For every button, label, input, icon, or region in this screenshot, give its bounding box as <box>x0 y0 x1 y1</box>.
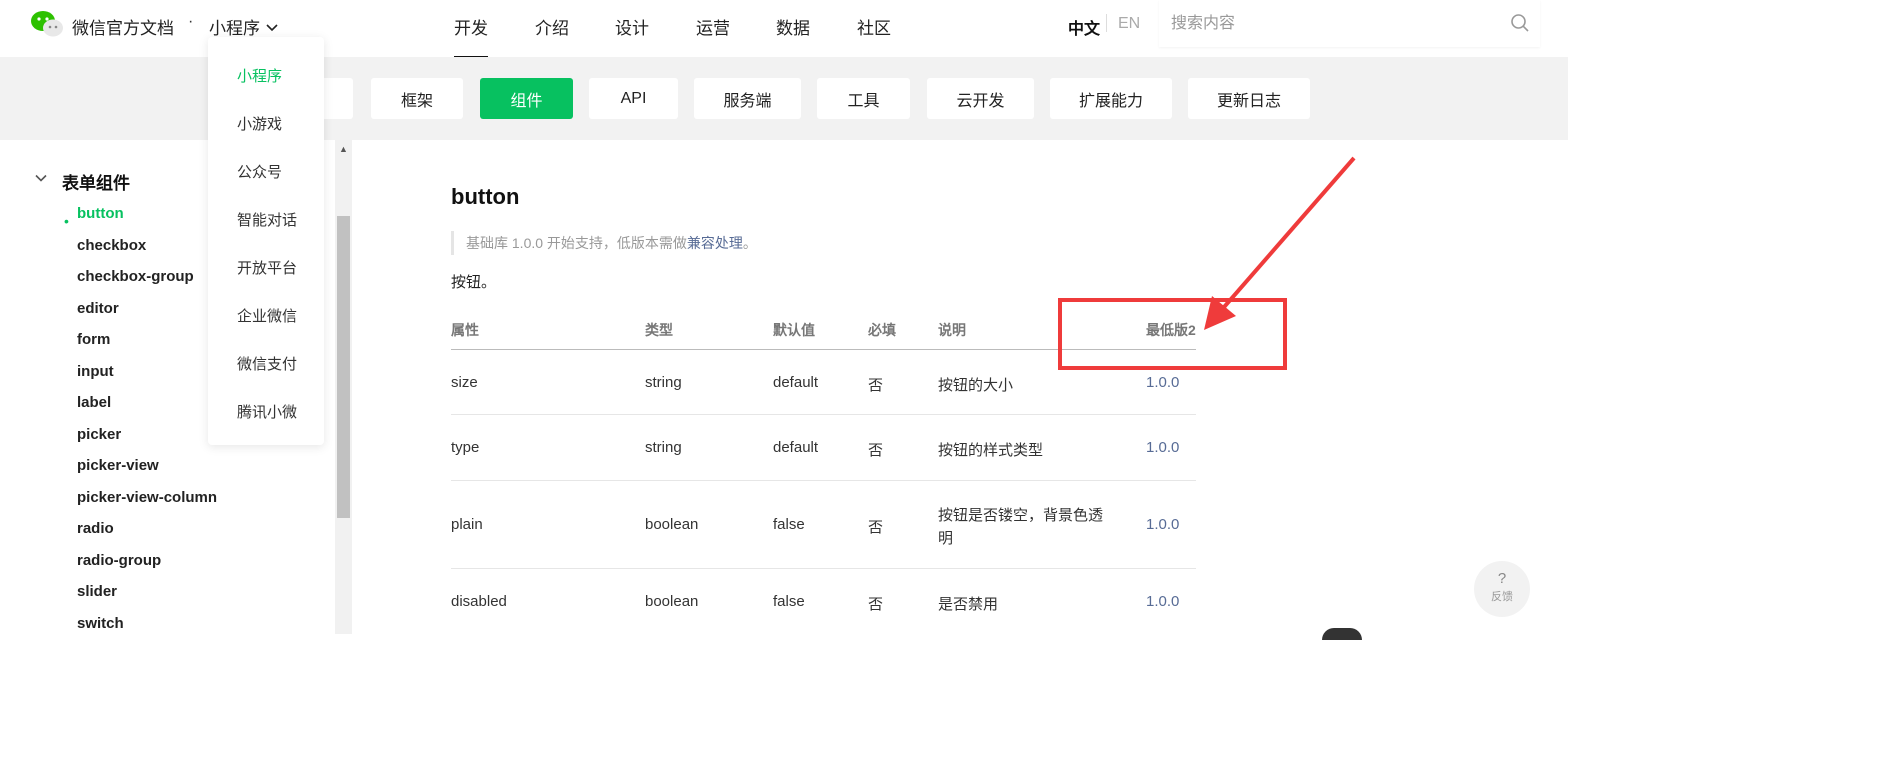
table-cell: 否 <box>868 377 884 394</box>
topnav-design[interactable]: 设计 <box>615 14 649 39</box>
table-cell: default <box>773 374 819 391</box>
sidebar-item-form[interactable]: form <box>77 331 110 348</box>
subnav-cloud[interactable]: 云开发 <box>927 78 1034 119</box>
red-arrow-annotation <box>1204 156 1356 330</box>
help-icon: ? <box>1497 570 1507 587</box>
dropdown-item-tencent-xiaowei[interactable]: 腾讯小微 <box>237 401 297 422</box>
product-dropdown-menu: 小程序 小游戏 公众号 智能对话 开放平台 企业微信 微信支付 腾讯小微 <box>208 37 324 445</box>
table-cell-version: 1.0.0 <box>1146 439 1180 456</box>
sidebar-item-picker[interactable]: picker <box>77 426 121 443</box>
table-cell: size <box>451 374 478 391</box>
table-header-description: 说明 <box>938 322 966 338</box>
version-note: 基础库 1.0.0 开始支持，低版本需做兼容处理。 <box>451 231 757 255</box>
version-note-suffix: 。 <box>742 235 757 251</box>
table-cell: 是否禁用 <box>938 596 999 613</box>
sidebar-item-checkbox[interactable]: checkbox <box>77 237 146 254</box>
compat-link[interactable]: 兼容处理 <box>687 235 743 251</box>
wechat-logo-icon[interactable] <box>30 10 64 38</box>
active-bullet-icon: • <box>64 213 69 229</box>
subnav-server[interactable]: 服务端 <box>694 78 801 119</box>
search-input[interactable] <box>1169 12 1493 36</box>
sidebar-item-input[interactable]: input <box>77 363 114 380</box>
subnav-tools[interactable]: 工具 <box>817 78 910 119</box>
table-cell: string <box>645 374 682 391</box>
lang-en[interactable]: EN <box>1118 15 1140 33</box>
search-icon[interactable] <box>1510 13 1530 33</box>
dropdown-item-open-platform[interactable]: 开放平台 <box>237 257 297 278</box>
table-cell: disabled <box>451 593 507 610</box>
feedback-label: 反馈 <box>1491 591 1513 603</box>
table-cell: 按钮的大小 <box>938 377 1014 394</box>
table-header-type: 类型 <box>645 322 673 338</box>
page-title: button <box>451 184 520 209</box>
subnav-changelog[interactable]: 更新日志 <box>1188 78 1310 119</box>
sidebar-item-checkbox-group[interactable]: checkbox-group <box>77 268 194 285</box>
table-cell: 否 <box>868 519 884 536</box>
dropdown-item-minigame[interactable]: 小游戏 <box>237 113 282 134</box>
dropdown-item-smart-dialog[interactable]: 智能对话 <box>237 209 297 230</box>
dropdown-item-official-account[interactable]: 公众号 <box>237 161 282 182</box>
table-cell: string <box>645 439 682 456</box>
chevron-down-icon[interactable] <box>35 173 47 183</box>
subnav-extensions[interactable]: 扩展能力 <box>1050 78 1172 119</box>
topnav-data[interactable]: 数据 <box>776 14 810 39</box>
table-row-divider <box>451 414 1196 415</box>
table-cell-version: 1.0.0 <box>1146 516 1180 533</box>
table-cell-version: 1.0.0 <box>1146 593 1180 610</box>
sidebar-item-picker-view[interactable]: picker-view <box>77 457 159 474</box>
table-cell: type <box>451 439 480 456</box>
table-row-divider <box>451 568 1196 569</box>
table-cell: default <box>773 439 819 456</box>
table-cell: 否 <box>868 596 884 613</box>
table-cell-version: 1.0.0 <box>1146 374 1180 391</box>
table-cell: boolean <box>645 593 699 610</box>
sidebar-item-radio-group[interactable]: radio-group <box>77 552 161 569</box>
table-header-default: 默认值 <box>773 322 815 338</box>
topnav-operation[interactable]: 运营 <box>696 14 730 39</box>
table-cell: 否 <box>868 442 884 459</box>
subnav-components[interactable]: 组件 <box>480 78 573 119</box>
sidebar-item-button[interactable]: button <box>77 205 124 222</box>
feedback-button[interactable]: ? 反馈 <box>1474 561 1530 617</box>
topnav-community[interactable]: 社区 <box>857 14 891 39</box>
dropdown-item-wechat-pay[interactable]: 微信支付 <box>237 353 297 374</box>
sidebar-scroll-thumb[interactable] <box>337 216 350 518</box>
floating-widget-edge[interactable] <box>1322 628 1362 640</box>
component-description: 按钮。 <box>451 274 497 291</box>
sidebar-item-slider[interactable]: slider <box>77 583 117 600</box>
product-switcher[interactable]: 小程序 <box>209 14 278 39</box>
table-header-required: 必填 <box>868 322 896 338</box>
table-row-divider <box>451 480 1196 481</box>
brand-separator: · <box>188 13 194 30</box>
dropdown-item-miniprogram[interactable]: 小程序 <box>237 65 282 86</box>
table-cell: false <box>773 593 805 610</box>
table-cell: 按钮的样式类型 <box>938 442 1044 459</box>
sidebar-item-picker-view-column[interactable]: picker-view-column <box>77 489 217 506</box>
sidebar-item-label[interactable]: label <box>77 394 111 411</box>
search-box <box>1159 0 1540 47</box>
subnav-framework[interactable]: 框架 <box>371 78 463 119</box>
sidebar-item-switch[interactable]: switch <box>77 615 124 632</box>
table-cell: boolean <box>645 516 699 533</box>
sidebar-item-radio[interactable]: radio <box>77 520 114 537</box>
brand-title[interactable]: 微信官方文档 <box>72 14 174 39</box>
subnav-api[interactable]: API <box>589 78 678 119</box>
table-cell: false <box>773 516 805 533</box>
version-note-text: 基础库 1.0.0 开始支持，低版本需做 <box>466 235 687 251</box>
chevron-down-icon <box>266 23 278 31</box>
topnav-intro[interactable]: 介绍 <box>535 14 569 39</box>
scroll-up-arrow-icon[interactable]: ▲ <box>337 142 350 156</box>
lang-divider <box>1106 14 1107 32</box>
dropdown-item-wecom[interactable]: 企业微信 <box>237 305 297 326</box>
sidebar-item-editor[interactable]: editor <box>77 300 119 317</box>
table-cell: plain <box>451 516 483 533</box>
product-label: 小程序 <box>209 19 260 38</box>
lang-zh[interactable]: 中文 <box>1068 15 1100 39</box>
table-cell: 按钮是否镂空，背景色透明 <box>938 507 1104 547</box>
topnav-develop[interactable]: 开发 <box>454 14 488 58</box>
table-header-attribute: 属性 <box>451 322 479 338</box>
sidebar-group-form-components[interactable]: 表单组件 <box>62 169 130 194</box>
